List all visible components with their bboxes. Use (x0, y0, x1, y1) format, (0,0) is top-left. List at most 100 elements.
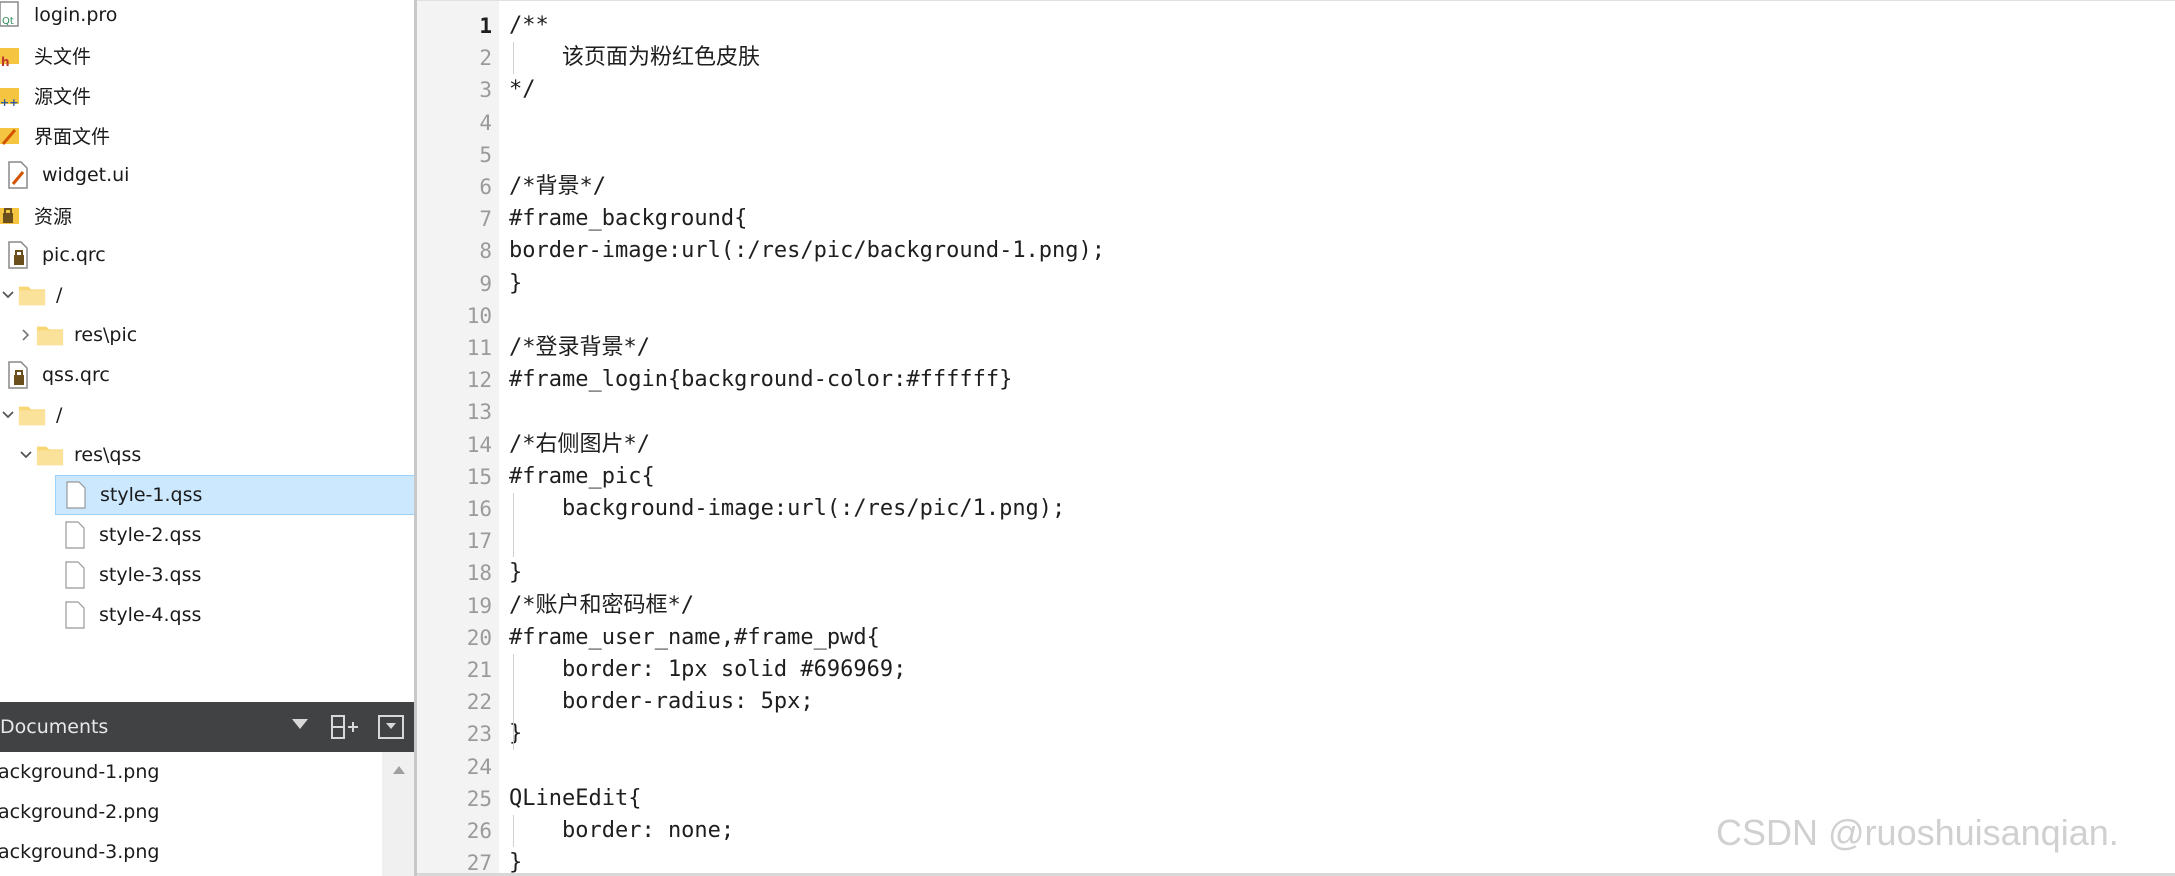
code-line[interactable]: /*右侧图片*/ (509, 429, 650, 461)
line-number: 22 (466, 690, 492, 714)
code-line[interactable]: border: none; (509, 815, 734, 847)
indent-guide (513, 42, 514, 74)
line-number: 10 (466, 304, 492, 328)
line-number: 6 (479, 175, 492, 199)
tree-item-label: 源文件 (34, 85, 92, 108)
tree-item-label: 界面文件 (34, 125, 111, 148)
file-icon (62, 480, 90, 510)
code-line[interactable]: border-image:url(:/res/pic/background-1.… (509, 235, 1105, 267)
indent-guide (513, 493, 514, 525)
tree-item-label: / (56, 284, 63, 306)
line-number: 16 (466, 497, 492, 521)
tree-item-label: style-4.qss (99, 604, 202, 626)
chevron-down-icon[interactable] (292, 719, 308, 729)
tree-item-res-pic[interactable]: res\pic (0, 315, 416, 355)
tree-item-style-4[interactable]: style-4.qss (55, 595, 416, 635)
tree-item-login-pro[interactable]: Qt login.pro (0, 0, 416, 35)
chevron-down-icon[interactable] (0, 285, 18, 305)
line-number: 2 (479, 46, 492, 70)
code-line[interactable]: } (509, 718, 522, 750)
svg-text:++: ++ (0, 96, 18, 109)
tree-item-pic-qrc[interactable]: pic.qrc (0, 235, 416, 275)
tree-item-label: style-1.qss (100, 484, 203, 506)
line-number: 4 (479, 111, 492, 135)
tree-item-headers[interactable]: h 头文件 (0, 35, 416, 75)
line-number: 24 (466, 755, 492, 779)
folder-icon (18, 400, 46, 430)
tree-item-forms[interactable]: 界面文件 (0, 115, 416, 155)
open-documents-header: Documents (0, 702, 416, 752)
line-number: 25 (466, 787, 492, 811)
line-number: 1 (479, 14, 492, 38)
code-line[interactable]: QLineEdit{ (509, 783, 641, 815)
tree-item-label: / (56, 404, 63, 426)
qrc-file-icon (4, 360, 32, 390)
folder-icon (36, 320, 64, 350)
watermark: CSDN @ruoshuisanqian. (1716, 812, 2119, 853)
svg-text:h: h (1, 55, 10, 69)
tree-item-sources[interactable]: ++ 源文件 (0, 75, 416, 115)
close-panel-icon[interactable] (378, 715, 404, 739)
tree-item-res-qss[interactable]: res\qss (0, 435, 416, 475)
tree-item-qss-prefix[interactable]: / (0, 395, 416, 435)
code-editor[interactable]: 1 2 3 4 5 6 7 8 9 10 11 12 13 14 15 16 17 18 19 20 21 22 23 24 2… (417, 0, 2175, 876)
scroll-up-icon[interactable] (393, 766, 405, 774)
code-line[interactable]: /*登录背景*/ (509, 332, 650, 364)
open-documents-list[interactable]: ackground-1.png ackground-2.png ackgroun… (0, 752, 382, 876)
pro-file-icon: Qt (0, 0, 24, 30)
line-number: 5 (479, 143, 492, 167)
tree-item-label: 资源 (34, 205, 73, 228)
tree-item-label: qss.qrc (42, 364, 110, 386)
tree-item-pic-prefix[interactable]: / (0, 275, 416, 315)
tree-item-qss-qrc[interactable]: qss.qrc (0, 355, 416, 395)
code-line[interactable]: } (509, 557, 522, 589)
open-document-item[interactable]: ackground-2.png (0, 792, 380, 832)
ui-file-icon (4, 160, 32, 190)
code-line[interactable]: #frame_pic{ (509, 461, 655, 493)
split-panel-icon[interactable] (330, 714, 360, 740)
code-line[interactable]: #frame_user_name,#frame_pwd{ (509, 622, 880, 654)
line-number: 12 (466, 368, 492, 392)
code-line[interactable]: background-image:url(:/res/pic/1.png); (509, 493, 1065, 525)
open-document-item[interactable]: ackground-1.png (0, 752, 380, 792)
open-documents-scrollbar[interactable] (382, 752, 416, 876)
line-number: 3 (479, 78, 492, 102)
tree-item-style-2[interactable]: style-2.qss (55, 515, 416, 555)
code-line[interactable]: } (509, 268, 522, 300)
code-line[interactable]: */ (509, 74, 536, 106)
code-line[interactable]: /*背景*/ (509, 171, 606, 203)
line-number: 11 (466, 336, 492, 360)
chevron-down-icon[interactable] (16, 445, 36, 465)
chevron-down-icon[interactable] (0, 405, 18, 425)
tree-item-style-1[interactable]: style-1.qss (55, 475, 416, 515)
tree-item-label: 头文件 (34, 45, 92, 68)
tree-item-style-3[interactable]: style-3.qss (55, 555, 416, 595)
code-line[interactable]: #frame_login{background-color:#ffffff} (509, 364, 1012, 396)
code-line[interactable]: border-radius: 5px; (509, 686, 814, 718)
code-line[interactable]: /** (509, 10, 549, 42)
folder-icon (36, 440, 64, 470)
tree-item-label: pic.qrc (42, 244, 106, 266)
line-number: 17 (466, 529, 492, 553)
tree-item-label: widget.ui (42, 164, 130, 186)
line-number: 27 (466, 851, 492, 875)
chevron-right-icon[interactable] (16, 325, 36, 345)
code-line[interactable]: border: 1px solid #696969; (509, 654, 906, 686)
folder-icon (18, 280, 46, 310)
code-line[interactable]: 该页面为粉红色皮肤 (509, 42, 760, 74)
code-line[interactable]: } (509, 847, 522, 876)
code-line[interactable]: #frame_background{ (509, 203, 747, 235)
tree-item-label: style-2.qss (99, 524, 202, 546)
indent-guide (513, 815, 514, 847)
file-icon (61, 520, 89, 550)
code-line[interactable]: /*账户和密码框*/ (509, 590, 694, 622)
resource-folder-icon (0, 200, 24, 230)
open-document-item[interactable]: ackground-3.png (0, 832, 380, 872)
line-number: 8 (479, 239, 492, 263)
line-number: 9 (479, 272, 492, 296)
tree-item-resources[interactable]: 资源 (0, 195, 416, 235)
tree-item-label: res\pic (74, 324, 138, 346)
project-tree[interactable]: Qt login.pro h 头文件 ++ 源文件 界面文件 widget.ui… (0, 0, 416, 702)
tree-item-widget-ui[interactable]: widget.ui (0, 155, 416, 195)
file-icon (61, 560, 89, 590)
